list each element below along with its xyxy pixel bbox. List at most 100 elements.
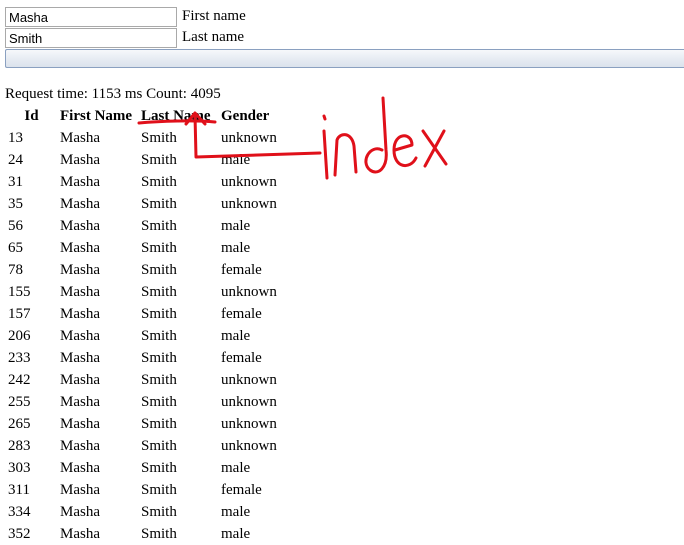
cell-gender: male — [221, 218, 251, 234]
cell-first-name: Masha — [60, 372, 100, 388]
table-row: 206 Masha Smith male — [5, 325, 313, 347]
table-row: 242 Masha Smith unknown — [5, 369, 313, 391]
last-name-label: Last name — [182, 29, 245, 45]
table-row: 35 Masha Smith unknown — [5, 193, 313, 215]
handwritten-letter-i — [322, 129, 329, 180]
request-info: Request time: 1153 ms Count: 4095 — [5, 86, 221, 102]
cell-last-name: Smith — [141, 130, 177, 146]
cell-first-name: Masha — [60, 196, 100, 212]
cell-id: 24 — [8, 152, 23, 168]
search-button[interactable] — [5, 49, 684, 68]
cell-last-name: Smith — [141, 240, 177, 256]
cell-gender: unknown — [221, 438, 277, 454]
table-row: 255 Masha Smith unknown — [5, 391, 313, 413]
table-row: 65 Masha Smith male — [5, 237, 313, 259]
table-row: 265 Masha Smith unknown — [5, 413, 313, 435]
cell-id: 242 — [8, 372, 31, 388]
cell-first-name: Masha — [60, 350, 100, 366]
table-row: 233 Masha Smith female — [5, 347, 313, 369]
cell-gender: female — [221, 262, 262, 278]
cell-first-name: Masha — [60, 482, 100, 498]
handwritten-letter-d — [364, 96, 388, 174]
cell-first-name: Masha — [60, 504, 100, 520]
cell-gender: male — [221, 328, 251, 344]
cell-gender: unknown — [221, 372, 277, 388]
cell-gender: male — [221, 526, 251, 542]
cell-first-name: Masha — [60, 416, 100, 432]
cell-last-name: Smith — [141, 306, 177, 322]
table-row: 13 Masha Smith unknown — [5, 127, 313, 149]
column-header-id[interactable]: Id — [5, 105, 60, 127]
cell-id: 233 — [8, 350, 31, 366]
table-row: 352 Masha Smith male — [5, 523, 313, 545]
cell-last-name: Smith — [141, 438, 177, 454]
cell-first-name: Masha — [60, 438, 100, 454]
cell-gender: male — [221, 460, 251, 476]
cell-gender: male — [221, 504, 251, 520]
cell-gender: unknown — [221, 394, 277, 410]
results-table: Id First Name Last Name Gender 13 Masha Sm… — [5, 105, 313, 545]
column-header-gender[interactable]: Gender — [221, 105, 313, 127]
cell-first-name: Masha — [60, 526, 100, 542]
app-page: { "form": { "first_name": { "value": "Ma… — [0, 0, 684, 545]
cell-first-name: Masha — [60, 130, 100, 146]
cell-last-name: Smith — [141, 372, 177, 388]
cell-last-name: Smith — [141, 350, 177, 366]
cell-first-name: Masha — [60, 262, 100, 278]
cell-gender: unknown — [221, 130, 277, 146]
handwritten-letter-e — [392, 134, 418, 167]
cell-gender: unknown — [221, 174, 277, 190]
cell-last-name: Smith — [141, 526, 177, 542]
cell-gender: female — [221, 306, 262, 322]
cell-id: 157 — [8, 306, 31, 322]
cell-id: 206 — [8, 328, 31, 344]
column-header-last-name[interactable]: Last Name — [141, 105, 221, 127]
first-name-input[interactable] — [5, 7, 177, 27]
table-row: 283 Masha Smith unknown — [5, 435, 313, 457]
cell-first-name: Masha — [60, 152, 100, 168]
cell-first-name: Masha — [60, 460, 100, 476]
cell-id: 255 — [8, 394, 31, 410]
cell-last-name: Smith — [141, 284, 177, 300]
table-row: 303 Masha Smith male — [5, 457, 313, 479]
handwritten-letter-n — [333, 133, 358, 177]
cell-last-name: Smith — [141, 482, 177, 498]
cell-id: 334 — [8, 504, 31, 520]
cell-last-name: Smith — [141, 174, 177, 190]
cell-id: 311 — [8, 482, 30, 498]
cell-id: 352 — [8, 526, 31, 542]
table-row: 157 Masha Smith female — [5, 303, 313, 325]
handwritten-letter-x-2 — [423, 129, 446, 168]
cell-gender: unknown — [221, 284, 277, 300]
cell-last-name: Smith — [141, 196, 177, 212]
cell-first-name: Masha — [60, 240, 100, 256]
cell-gender: unknown — [221, 416, 277, 432]
cell-first-name: Masha — [60, 328, 100, 344]
cell-id: 283 — [8, 438, 31, 454]
table-row: 56 Masha Smith male — [5, 215, 313, 237]
last-name-input[interactable] — [5, 28, 177, 48]
cell-last-name: Smith — [141, 328, 177, 344]
cell-first-name: Masha — [60, 394, 100, 410]
table-row: 78 Masha Smith female — [5, 259, 313, 281]
cell-first-name: Masha — [60, 218, 100, 234]
cell-id: 265 — [8, 416, 31, 432]
cell-gender: male — [221, 240, 251, 256]
cell-id: 155 — [8, 284, 31, 300]
cell-id: 31 — [8, 174, 23, 190]
table-body: 13 Masha Smith unknown 24 Masha Smith male 31 Mas… — [5, 127, 313, 545]
cell-last-name: Smith — [141, 460, 177, 476]
cell-id: 78 — [8, 262, 23, 278]
cell-first-name: Masha — [60, 284, 100, 300]
column-header-first-name[interactable]: First Name — [60, 105, 141, 127]
cell-id: 13 — [8, 130, 23, 146]
cell-gender: unknown — [221, 196, 277, 212]
handwritten-dot — [322, 114, 327, 121]
cell-last-name: Smith — [141, 394, 177, 410]
handwritten-letter-x-1 — [421, 129, 448, 166]
first-name-label: First name — [182, 8, 246, 24]
cell-first-name: Masha — [60, 174, 100, 190]
cell-id: 303 — [8, 460, 31, 476]
cell-gender: female — [221, 482, 262, 498]
cell-id: 65 — [8, 240, 23, 256]
